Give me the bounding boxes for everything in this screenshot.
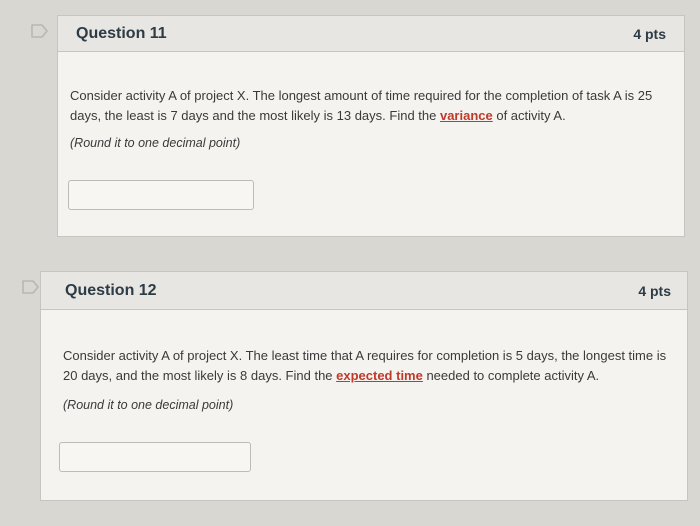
question-text: Consider activity A of project X. The le… xyxy=(63,346,673,386)
question-text-end: needed to complete activity A. xyxy=(422,368,600,383)
question-points: 4 pts xyxy=(638,282,671,299)
question-title: Question 11 xyxy=(76,24,167,42)
flag-question-icon[interactable] xyxy=(31,24,49,38)
question-points: 4 pts xyxy=(633,25,666,42)
question-note: (Round it to one decimal point) xyxy=(63,398,234,412)
answer-input[interactable] xyxy=(59,442,251,472)
question-11-panel: Question 11 4 pts Consider activity A of… xyxy=(57,15,685,237)
question-text-end: of activity A. xyxy=(492,108,566,123)
flag-question-icon[interactable] xyxy=(22,280,40,294)
question-header: Question 11 4 pts xyxy=(58,16,684,52)
variance-link[interactable]: variance xyxy=(440,108,493,123)
question-note: (Round it to one decimal point) xyxy=(70,136,241,150)
question-text: Consider activity A of project X. The lo… xyxy=(70,86,670,126)
question-header: Question 12 4 pts xyxy=(41,272,687,310)
question-12-panel: Question 12 4 pts Consider activity A of… xyxy=(40,271,688,501)
question-title: Question 12 xyxy=(65,281,157,299)
expected-time-link[interactable]: expected time xyxy=(336,368,423,383)
answer-input[interactable] xyxy=(68,180,254,210)
